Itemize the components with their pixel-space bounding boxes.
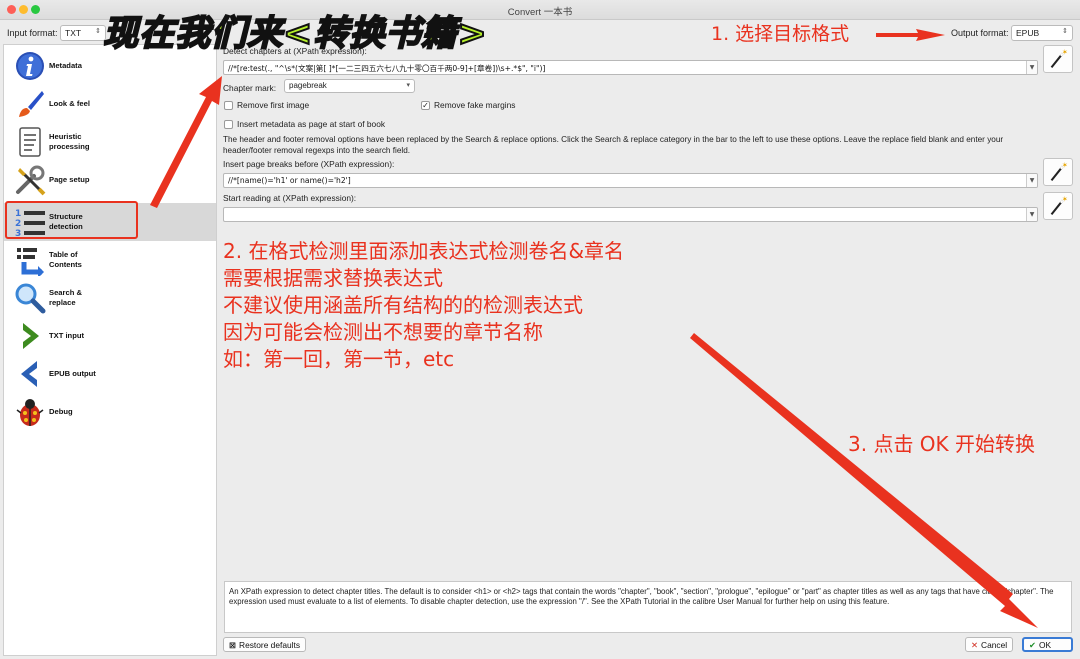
arrow-to-detect-input (150, 76, 222, 208)
annotation-arrows (150, 29, 1038, 628)
arrow-to-ok-button (690, 333, 1038, 628)
arrow-to-output-format (876, 29, 945, 41)
